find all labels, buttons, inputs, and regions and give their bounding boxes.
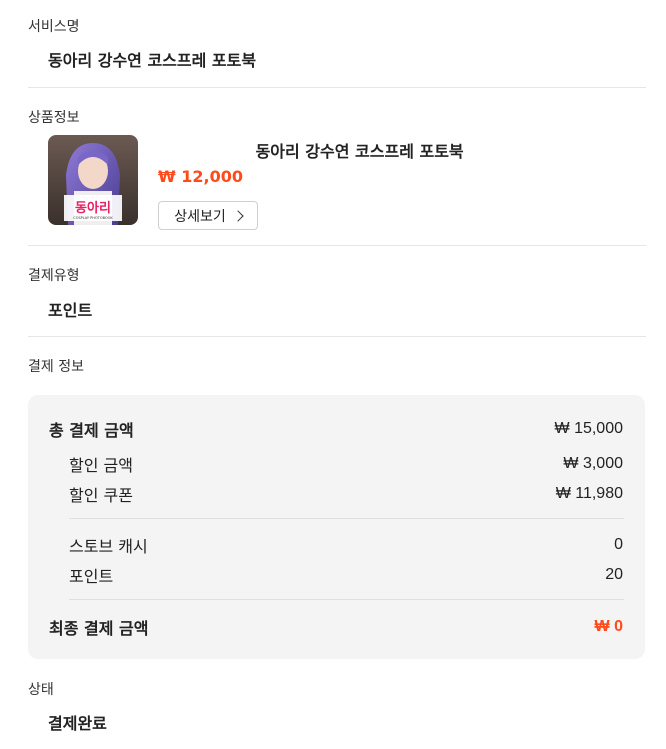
product-thumbnail-image: 동아리 COSPLAY PHOTOBOOK	[48, 135, 138, 225]
product-price: ₩ 12,000	[158, 167, 243, 186]
payment-type-value: 포인트	[48, 301, 93, 320]
final-amount-value: ₩ 0	[594, 618, 623, 635]
stove-cash-row: 스토브 캐시 0	[28, 533, 645, 557]
divider	[28, 336, 646, 337]
discount-amount-value: ₩ 3,000	[563, 455, 623, 472]
stove-cash-value: 0	[614, 536, 623, 553]
payment-type-label: 결제유형	[28, 268, 80, 284]
points-row: 포인트 20	[28, 563, 645, 587]
stove-cash-label: 스토브 캐시	[69, 537, 148, 556]
chevron-right-icon	[232, 210, 244, 222]
payment-summary-panel: 총 결제 금액 ₩ 15,000 할인 금액 ₩ 3,000 할인 쿠폰 ₩ 1…	[28, 395, 645, 659]
payment-info-label: 결제 정보	[28, 359, 84, 375]
service-label: 서비스명	[28, 19, 80, 35]
discount-amount-label: 할인 금액	[69, 456, 133, 475]
discount-coupon-row: 할인 쿠폰 ₩ 11,980	[28, 482, 645, 506]
product-thumbnail[interactable]: 동아리 COSPLAY PHOTOBOOK	[48, 135, 138, 225]
discount-coupon-value: ₩ 11,980	[555, 485, 623, 502]
final-amount-row: 최종 결제 금액 ₩ 0	[28, 615, 645, 639]
total-amount-value: ₩ 15,000	[554, 420, 623, 437]
divider	[28, 245, 646, 246]
panel-divider	[69, 599, 624, 600]
total-amount-label: 총 결제 금액	[49, 421, 134, 440]
status-label: 상태	[28, 682, 54, 698]
preorder-badge: PRE-Order	[158, 138, 252, 162]
service-name: 동아리 강수연 코스프레 포토북	[48, 51, 257, 70]
product-label: 상품정보	[28, 110, 80, 126]
points-value: 20	[605, 566, 623, 583]
view-detail-button[interactable]: 상세보기	[158, 201, 258, 230]
thumbnail-logo-text: 동아리	[75, 200, 111, 216]
final-amount-label: 최종 결제 금액	[49, 619, 149, 638]
product-title-row: PRE-Order 동아리 강수연 코스프레 포토북	[158, 138, 464, 162]
panel-divider	[69, 518, 624, 519]
product-title[interactable]: 동아리 강수연 코스프레 포토북	[256, 138, 464, 162]
discount-amount-row: 할인 금액 ₩ 3,000	[28, 452, 645, 476]
points-label: 포인트	[69, 567, 114, 586]
view-detail-label: 상세보기	[174, 208, 226, 225]
discount-coupon-label: 할인 쿠폰	[69, 486, 133, 505]
status-value: 결제완료	[48, 714, 107, 733]
divider	[28, 87, 646, 88]
total-amount-row: 총 결제 금액 ₩ 15,000	[28, 417, 645, 441]
thumbnail-subtext: COSPLAY PHOTOBOOK	[73, 216, 113, 220]
